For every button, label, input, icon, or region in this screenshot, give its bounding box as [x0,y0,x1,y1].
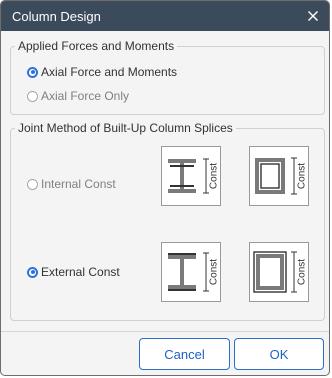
internal-const-label: Internal Const [41,177,116,191]
external-const-label: External Const [41,265,120,279]
const-dimension-label: Const [296,258,308,286]
splice-method-legend: Joint Method of Built-Up Column Splices [18,121,233,135]
radio-icon[interactable] [27,66,38,78]
radio-icon[interactable] [27,178,38,190]
internal-h-section-diagram: Const [161,146,221,206]
axial-force-only-option[interactable]: Axial Force Only [27,89,129,103]
footer-divider [1,331,329,332]
const-dimension-label: Const [208,162,220,190]
cancel-button[interactable]: Cancel [139,338,230,370]
close-button[interactable] [301,4,325,28]
dialog-title: Column Design [12,9,101,24]
radio-icon[interactable] [27,266,38,278]
const-dimension-label: Const [296,162,308,190]
radio-icon[interactable] [27,90,38,102]
close-icon [308,11,318,21]
axial-force-only-label: Axial Force Only [41,89,130,103]
internal-const-option[interactable]: Internal Const [27,177,116,191]
external-h-section-diagram: Const [161,242,221,302]
axial-force-and-moments-option[interactable]: Axial Force and Moments [27,65,177,79]
external-const-option[interactable]: External Const [27,265,120,279]
external-box-section-diagram: Const [249,242,309,302]
applied-forces-legend: Applied Forces and Moments [18,39,175,53]
internal-box-section-diagram: Const [249,146,309,206]
const-dimension-label: Const [208,258,220,286]
column-design-dialog: Column Design Applied Forces and Moments… [0,0,330,376]
axial-force-and-moments-label: Axial Force and Moments [41,65,178,79]
title-bar: Column Design [1,1,329,31]
ok-button[interactable]: OK [234,338,324,370]
